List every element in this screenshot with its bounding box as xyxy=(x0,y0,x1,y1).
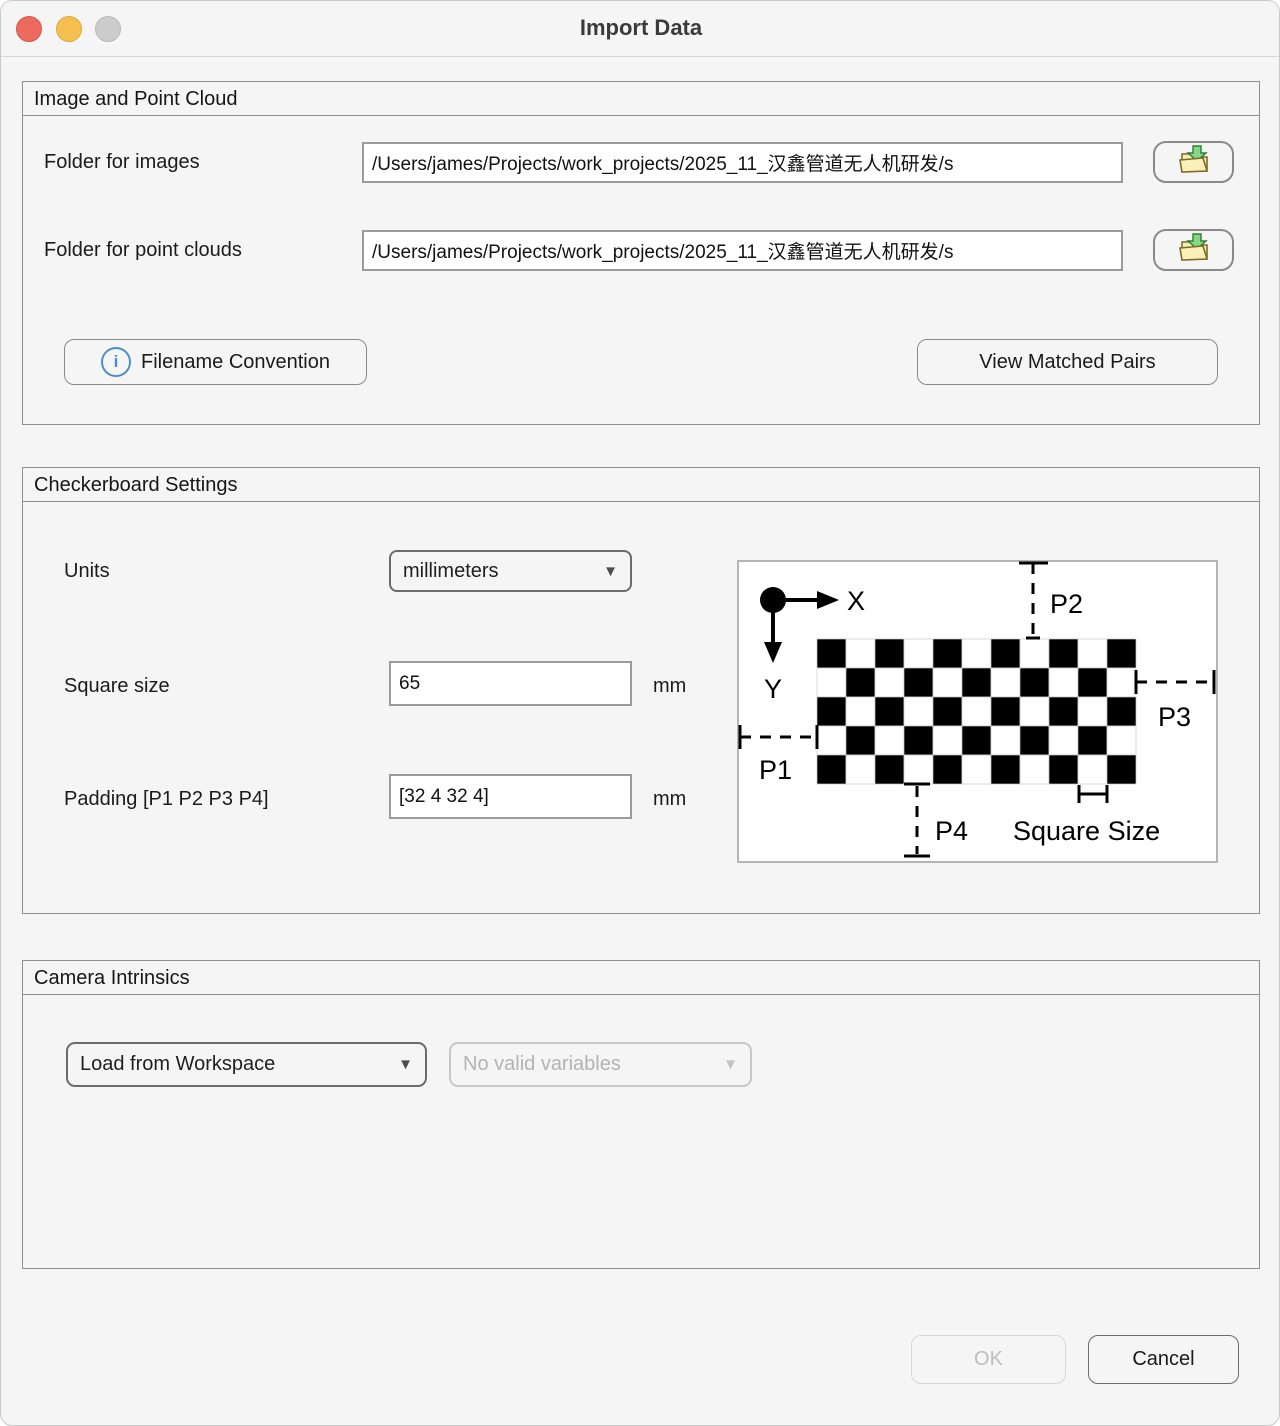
square-size-input[interactable] xyxy=(389,661,632,706)
square-size-unit: mm xyxy=(653,673,686,699)
padding-input[interactable] xyxy=(389,774,632,819)
dialog-title: Import Data xyxy=(1,15,1280,41)
ok-label: OK xyxy=(974,1348,1003,1371)
camera-intrinsics-group: Camera Intrinsics Load from Workspace ▼ … xyxy=(22,960,1260,1269)
svg-text:Y: Y xyxy=(764,674,782,704)
svg-text:P3: P3 xyxy=(1158,702,1191,732)
intrinsics-variable-value: No valid variables xyxy=(463,1053,621,1076)
svg-text:X: X xyxy=(847,586,865,616)
chevron-down-icon: ▼ xyxy=(723,1056,738,1073)
image-point-cloud-title: Image and Point Cloud xyxy=(23,82,1259,116)
chevron-down-icon: ▼ xyxy=(398,1056,413,1073)
checkerboard-settings-group: Checkerboard Settings Units millimeters … xyxy=(22,467,1260,914)
svg-text:P4: P4 xyxy=(935,816,968,846)
image-point-cloud-group: Image and Point Cloud Folder for images … xyxy=(22,81,1260,425)
open-folder-icon xyxy=(1176,232,1212,269)
browse-images-button[interactable] xyxy=(1153,141,1234,183)
checkerboard-diagram: X Y P2 P3 P1 P4 Square Size xyxy=(737,560,1218,863)
view-matched-pairs-label: View Matched Pairs xyxy=(979,351,1155,374)
folder-images-input[interactable] xyxy=(362,142,1123,183)
filename-convention-button[interactable]: i Filename Convention xyxy=(64,339,367,385)
chevron-down-icon: ▼ xyxy=(603,563,618,580)
intrinsics-variable-dropdown: No valid variables ▼ xyxy=(449,1042,752,1087)
info-icon: i xyxy=(101,347,131,377)
units-dropdown[interactable]: millimeters ▼ xyxy=(389,550,632,592)
padding-unit: mm xyxy=(653,786,686,812)
units-label: Units xyxy=(64,558,110,584)
folder-images-label: Folder for images xyxy=(44,149,200,175)
intrinsics-source-value: Load from Workspace xyxy=(80,1053,275,1076)
title-bar: Import Data xyxy=(1,1,1280,57)
cancel-label: Cancel xyxy=(1132,1348,1194,1371)
svg-text:P2: P2 xyxy=(1050,589,1083,619)
checkerboard-settings-title: Checkerboard Settings xyxy=(23,468,1259,502)
padding-label: Padding [P1 P2 P3 P4] xyxy=(64,786,269,812)
square-size-label: Square size xyxy=(64,673,170,699)
folder-pointclouds-label: Folder for point clouds xyxy=(44,237,242,263)
filename-convention-label: Filename Convention xyxy=(141,351,330,374)
svg-text:Square Size: Square Size xyxy=(1013,816,1160,846)
ok-button: OK xyxy=(911,1335,1066,1384)
view-matched-pairs-button[interactable]: View Matched Pairs xyxy=(917,339,1218,385)
open-folder-icon xyxy=(1176,144,1212,181)
cancel-button[interactable]: Cancel xyxy=(1088,1335,1239,1384)
units-value: millimeters xyxy=(403,560,499,583)
camera-intrinsics-title: Camera Intrinsics xyxy=(23,961,1259,995)
folder-pointclouds-input[interactable] xyxy=(362,230,1123,271)
browse-pointclouds-button[interactable] xyxy=(1153,229,1234,271)
import-data-dialog: Import Data Image and Point Cloud Folder… xyxy=(0,0,1280,1426)
intrinsics-source-dropdown[interactable]: Load from Workspace ▼ xyxy=(66,1042,427,1087)
svg-text:P1: P1 xyxy=(759,755,792,785)
